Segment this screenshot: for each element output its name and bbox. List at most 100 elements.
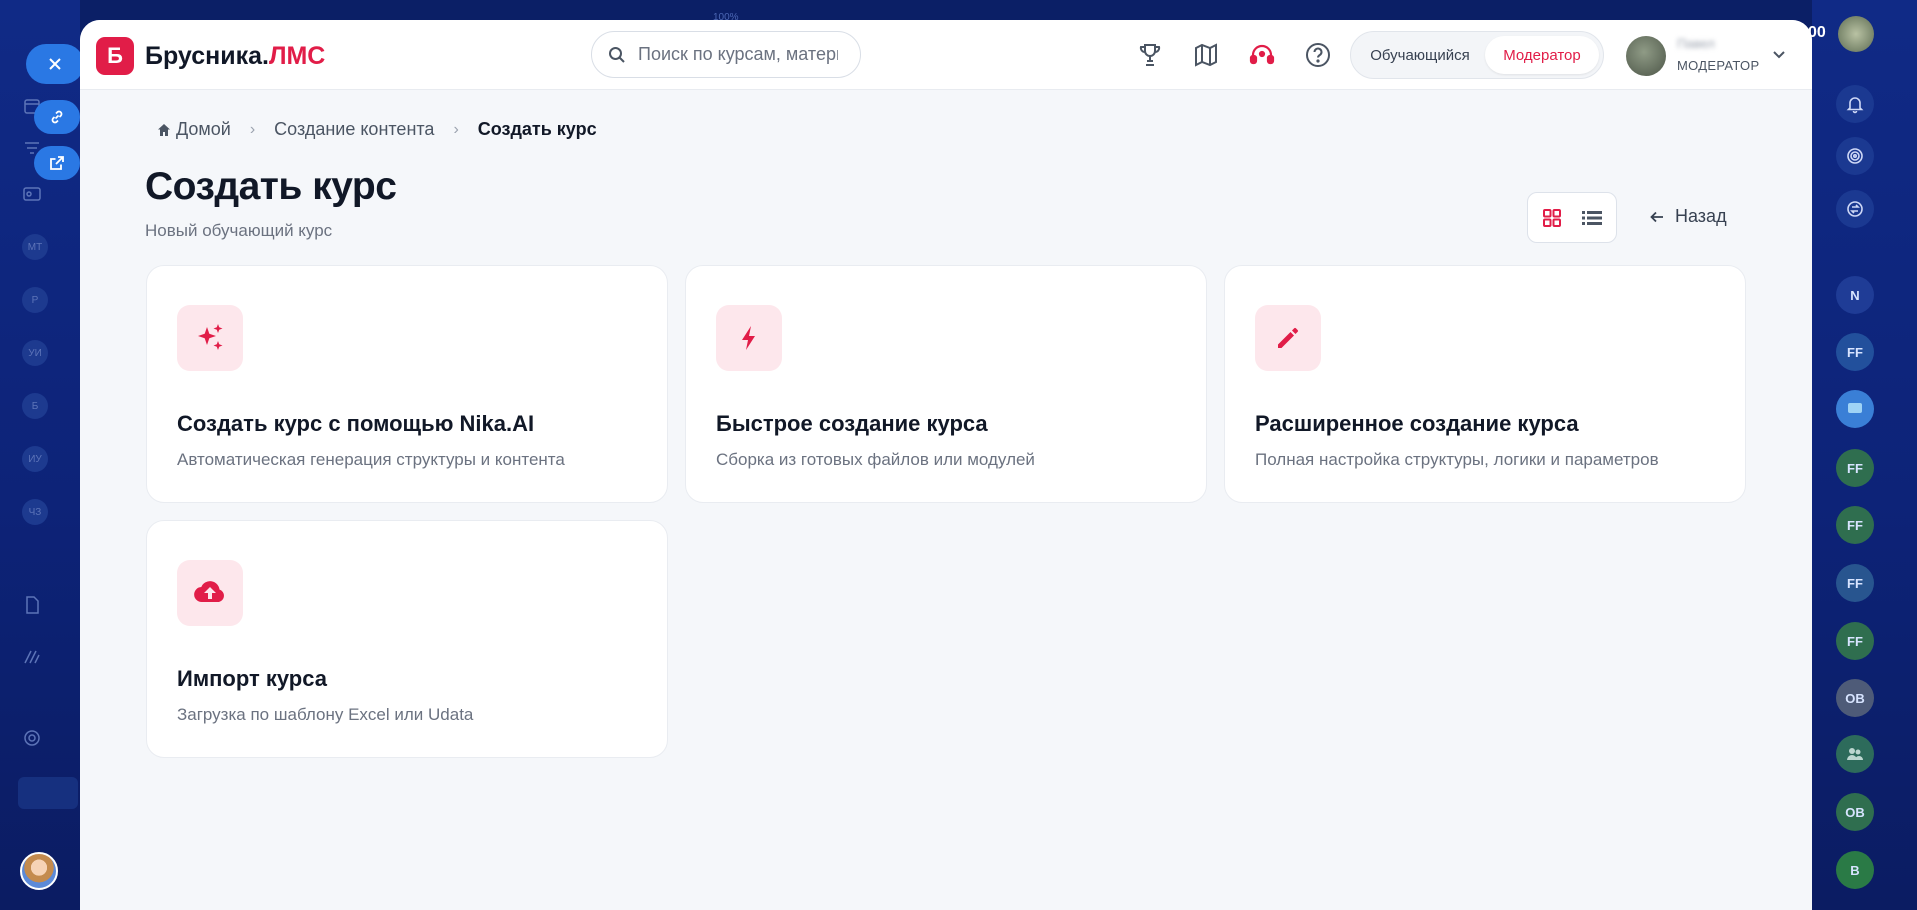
create-with-ai-card[interactable]: Создать курс с помощью Nika.AI Автоматич… [146, 265, 668, 503]
document-icon [26, 596, 39, 614]
achievements-button[interactable] [1133, 38, 1167, 72]
rail-avatar[interactable]: N [1836, 276, 1874, 314]
create-course-modal: Б Брусника.ЛМС Обучающийся Модератор Пав… [80, 20, 1812, 910]
open-external-button[interactable] [34, 146, 80, 180]
support-icon [1249, 44, 1275, 65]
close-icon [49, 58, 61, 70]
breadcrumb-content-creation[interactable]: Создание контента [274, 119, 434, 140]
rail-avatar[interactable]: FF [1836, 564, 1874, 602]
rail-avatar[interactable]: FF [1836, 449, 1874, 487]
breadcrumb-current: Создать курс [477, 119, 597, 139]
bg-sidebar-row: УИ [22, 340, 82, 366]
list-view-button[interactable] [1574, 200, 1610, 236]
rail-avatar[interactable]: OB [1836, 679, 1874, 717]
arrow-left-icon [1650, 211, 1663, 222]
chat-icon [1848, 403, 1862, 413]
rail-avatar[interactable]: B [1836, 851, 1874, 889]
brand-logo-text[interactable]: Брусника.ЛМС [145, 42, 325, 71]
stripes-icon [24, 650, 40, 664]
app-header: Б Брусника.ЛМС Обучающийся Модератор Пав… [80, 20, 1812, 90]
copy-link-button[interactable] [34, 100, 80, 134]
card-icon-box [716, 305, 782, 371]
lightning-icon [742, 326, 755, 350]
bg-sidebar-row: Р [22, 287, 82, 313]
brand-logo-mark[interactable]: Б [96, 37, 134, 75]
list-icon [1582, 210, 1602, 225]
role-learner-option[interactable]: Обучающийся [1355, 36, 1485, 74]
quick-create-card[interactable]: Быстрое создание курса Сборка из готовых… [685, 265, 1207, 503]
view-toggle [1527, 192, 1617, 243]
group-icon [1847, 748, 1863, 760]
trophy-icon [1139, 44, 1161, 66]
rail-avatar[interactable]: FF [1836, 506, 1874, 544]
card-title: Быстрое создание курса [716, 411, 988, 436]
grid-icon [1543, 208, 1561, 227]
home-icon [158, 123, 170, 136]
user-name: Павел [1677, 36, 1715, 51]
bg-sidebar-row: Б [22, 393, 82, 419]
card-description: Загрузка по шаблону Excel или Udata [177, 705, 474, 724]
link-icon [51, 110, 63, 124]
bell-icon [1846, 97, 1864, 114]
sync-button[interactable] [1836, 190, 1874, 228]
assistant-avatar[interactable] [20, 852, 58, 890]
help-button[interactable] [1301, 38, 1335, 72]
gear-icon [24, 730, 40, 746]
id-card-icon [23, 187, 41, 201]
bg-badge: Р [22, 287, 48, 313]
breadcrumb: Домой › Создание контента › Создать курс [157, 119, 597, 140]
user-role: МОДЕРАТОР [1677, 58, 1760, 73]
target-icon [1847, 148, 1863, 164]
search-input[interactable] [638, 44, 838, 65]
support-button[interactable] [1245, 38, 1279, 72]
bg-sidebar-row: ИУ [22, 446, 82, 472]
rail-avatar-chat[interactable] [1836, 390, 1874, 428]
breadcrumb-separator: › [453, 120, 459, 138]
chevron-down-icon [1773, 51, 1785, 59]
bg-sidebar-bar [18, 777, 78, 809]
advanced-create-card[interactable]: Расширенное создание курса Полная настро… [1224, 265, 1746, 503]
bg-badge: УИ [22, 340, 48, 366]
close-overlay-button[interactable] [26, 44, 84, 84]
card-description: Полная настройка структуры, логики и пар… [1255, 450, 1659, 469]
notifications-button[interactable] [1836, 85, 1874, 123]
map-icon [1195, 43, 1217, 67]
card-title: Создать курс с помощью Nika.AI [177, 411, 535, 436]
bg-badge: Б [22, 393, 48, 419]
rail-avatar-group[interactable] [1836, 735, 1874, 773]
back-button[interactable]: Назад [1649, 206, 1727, 227]
pencil-icon [1278, 327, 1299, 348]
role-moderator-option[interactable]: Модератор [1485, 36, 1599, 74]
breadcrumb-home[interactable]: Домой [157, 119, 231, 140]
breadcrumb-separator: › [249, 120, 256, 138]
role-switch: Обучающийся Модератор [1350, 31, 1604, 79]
bg-sidebar-row: ЧЗ [22, 499, 82, 525]
rail-avatar[interactable]: FF [1836, 622, 1874, 660]
brand-name: Брусника. [145, 42, 269, 70]
bg-badge: ЧЗ [22, 499, 48, 525]
back-label: Назад [1675, 206, 1727, 226]
sync-icon [1847, 201, 1863, 217]
grid-view-button[interactable] [1534, 200, 1570, 236]
rail-avatar[interactable]: FF [1836, 333, 1874, 371]
card-description: Автоматическая генерация структуры и кон… [177, 450, 565, 469]
page-subtitle: Новый обучающий курс [145, 221, 333, 240]
search-box[interactable] [591, 31, 861, 78]
breadcrumb-label: Домой [176, 119, 231, 139]
map-button[interactable] [1189, 38, 1223, 72]
target-button[interactable] [1836, 137, 1874, 175]
import-course-card[interactable]: Импорт курса Загрузка по шаблону Excel и… [146, 520, 668, 758]
bg-top-avatar[interactable] [1838, 16, 1874, 52]
brand-accent: ЛМС [268, 42, 326, 70]
card-icon-box [1255, 305, 1321, 371]
bg-sidebar-row [22, 182, 82, 206]
bg-sidebar-row [22, 645, 82, 669]
page-title: Создать курс [145, 165, 397, 208]
bg-badge: МТ [22, 234, 48, 260]
background-left-sidebar: МТ Р УИ Б ИУ ЧЗ [0, 0, 80, 910]
rail-avatar[interactable]: OB [1836, 793, 1874, 831]
user-menu-toggle[interactable] [1771, 46, 1787, 67]
cloud-upload-icon [194, 581, 224, 603]
user-avatar[interactable] [1626, 36, 1666, 76]
help-icon [1306, 43, 1330, 67]
